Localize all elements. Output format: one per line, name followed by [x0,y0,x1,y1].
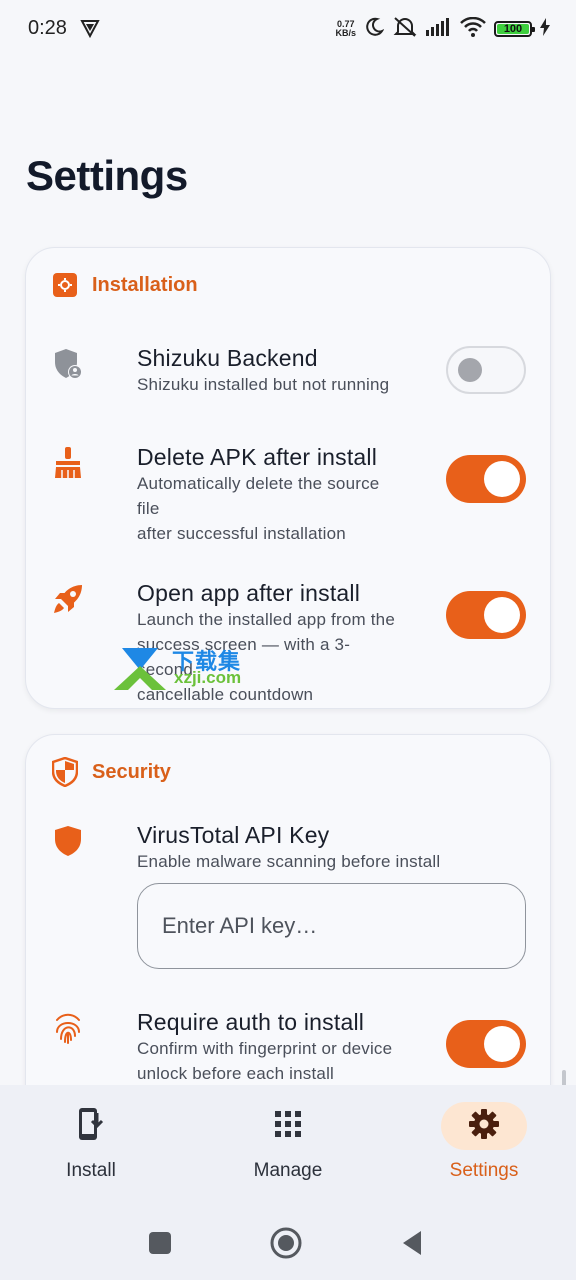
back-button[interactable] [392,1227,432,1259]
nav-manage-label: Manage [253,1160,323,1181]
shield-user-icon [52,348,84,380]
wifi-icon [460,16,486,42]
broom-icon [52,447,84,479]
gear-icon [468,1108,500,1145]
signal-icon [426,17,452,41]
silent-icon [392,16,418,43]
recents-button[interactable] [140,1227,180,1259]
virustotal-title: VirusTotal API Key [137,822,330,848]
system-navigation-bar [0,1205,576,1280]
installation-section-header: Installation [52,272,198,298]
watermark-logo: 下载集 xzji.com [112,642,262,692]
gear-square-icon [52,272,78,298]
virustotal-subtitle: Enable malware scanning before install [137,852,441,871]
bottom-navigation: Install Manage Settings [0,1085,576,1205]
delete-apk-row[interactable]: Delete APK after install Automatically d… [52,443,526,543]
rocket-icon [52,583,84,615]
delete-apk-title: Delete APK after install [137,444,378,470]
open-app-title: Open app after install [137,580,361,606]
require-auth-title: Require auth to install [137,1009,365,1035]
shield-icon [52,825,84,857]
home-button[interactable] [266,1227,306,1259]
nav-settings[interactable]: Settings [414,1085,554,1205]
battery-indicator: 100 [494,21,535,37]
moon-icon [364,17,385,42]
shizuku-backend-row[interactable]: Shizuku Backend Shizuku installed but no… [52,344,526,396]
api-key-input[interactable]: Enter API key… [137,883,526,969]
nav-settings-label: Settings [449,1160,519,1181]
security-section-header: Security [52,757,171,787]
page-title: Settings [26,152,188,199]
require-auth-toggle[interactable] [446,1020,526,1068]
security-section-label: Security [92,760,171,783]
nav-manage[interactable]: Manage [218,1085,358,1205]
shield-icon [52,757,78,787]
delete-apk-subtitle: Automatically delete the source file aft… [137,474,380,543]
status-time: 0:28 [28,17,67,39]
require-auth-row[interactable]: Require auth to install Confirm with fin… [52,1008,526,1088]
network-speed: 0.77 KB/s [335,19,356,38]
shizuku-toggle[interactable] [446,346,526,394]
vpn-icon [80,18,100,43]
status-bar: 0:28 0.77 KB/s 100 [0,0,576,58]
open-app-toggle[interactable] [446,591,526,639]
installation-card: Installation Shizuku Backend Shizuku ins… [25,247,551,709]
require-auth-subtitle: Confirm with fingerprint or device unloc… [137,1039,393,1083]
phone-download-icon [77,1107,105,1146]
shizuku-title: Shizuku Backend [137,345,318,371]
shizuku-subtitle: Shizuku installed but not running [137,375,390,394]
nav-install-label: Install [66,1160,116,1181]
installation-section-label: Installation [92,273,198,296]
charging-icon [540,17,550,41]
nav-install[interactable]: Install [21,1085,161,1205]
delete-apk-toggle[interactable] [446,455,526,503]
fingerprint-icon [52,1012,84,1044]
grid-icon [275,1110,301,1142]
